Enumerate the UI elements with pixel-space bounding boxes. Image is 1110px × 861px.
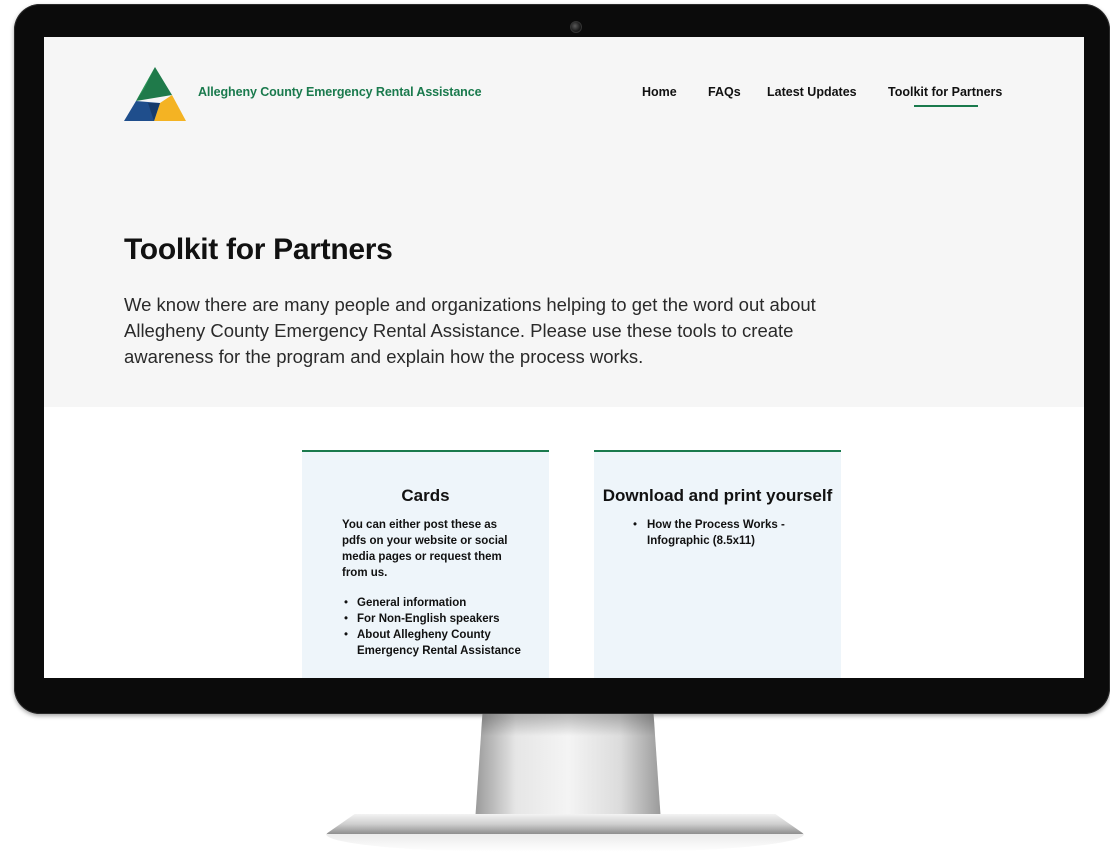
cards-panel: Cards You can either post these as pdfs … bbox=[302, 450, 549, 678]
bullet-dot: • bbox=[344, 613, 349, 625]
link-about-program[interactable]: About Allegheny County Emergency Rental … bbox=[357, 629, 521, 657]
page-title: Toolkit for Partners bbox=[124, 233, 393, 266]
list-item[interactable]: • General information bbox=[302, 595, 532, 611]
bullet-dot: • bbox=[344, 597, 349, 609]
intro-paragraph: We know there are many people and organi… bbox=[124, 294, 816, 367]
list-item[interactable]: • How the Process Works - Infographic (8.… bbox=[594, 517, 834, 549]
nav-home[interactable]: Home bbox=[642, 85, 677, 99]
bullet-dot: • bbox=[633, 519, 638, 531]
link-process-infographic[interactable]: How the Process Works - Infographic (8.5… bbox=[647, 519, 785, 547]
bullet-dot: • bbox=[344, 629, 349, 641]
card-description: You can either post these as pdfs on you… bbox=[342, 519, 508, 579]
download-panel: Download and print yourself • How the Pro… bbox=[594, 450, 841, 678]
nav-latest-updates[interactable]: Latest Updates bbox=[767, 85, 857, 99]
monitor-stand-base bbox=[326, 814, 804, 834]
nav-faqs[interactable]: FAQs bbox=[708, 85, 741, 99]
monitor-stand-shadow bbox=[480, 714, 656, 736]
monitor-stand-reflection bbox=[326, 834, 804, 852]
link-general-information[interactable]: General information bbox=[357, 597, 466, 609]
hero-section: Allegheny County Emergency Rental Assist… bbox=[44, 37, 1084, 407]
link-non-english-speakers[interactable]: For Non-English speakers bbox=[357, 613, 500, 625]
list-item[interactable]: • For Non-English speakers bbox=[302, 611, 532, 627]
download-link-list: • How the Process Works - Infographic (8.… bbox=[594, 517, 841, 549]
cards-link-list: • General information • For Non-English sp… bbox=[302, 595, 549, 659]
list-item[interactable]: • About Allegheny County Emergency Rental… bbox=[302, 627, 532, 659]
website-screen: Allegheny County Emergency Rental Assist… bbox=[44, 37, 1084, 678]
active-nav-underline bbox=[914, 105, 978, 107]
card-title: Download and print yourself bbox=[602, 486, 833, 505]
card-title: Cards bbox=[401, 486, 450, 505]
nav-toolkit-for-partners[interactable]: Toolkit for Partners bbox=[888, 85, 1002, 99]
webcam-icon bbox=[570, 21, 582, 33]
